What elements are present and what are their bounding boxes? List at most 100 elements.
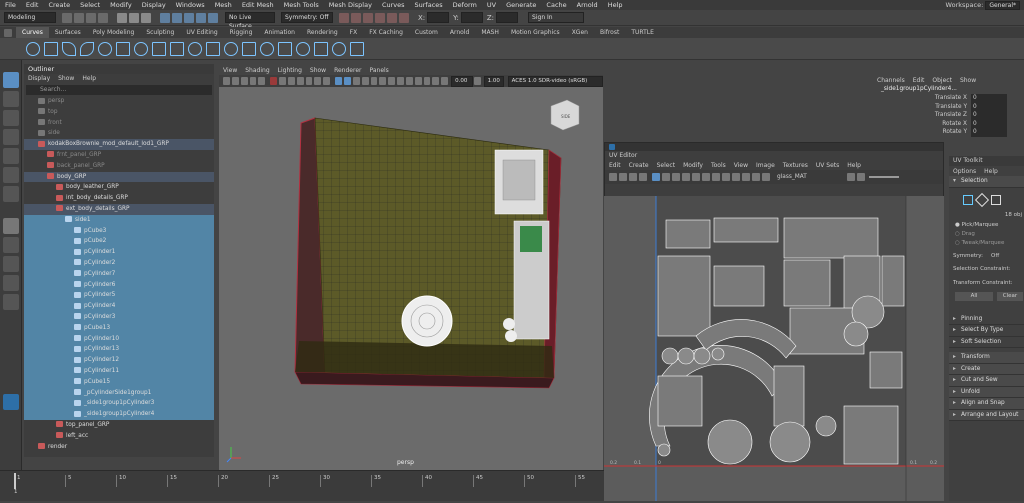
exposure-icon[interactable] (441, 77, 449, 85)
uv-checker-icon[interactable] (662, 173, 670, 181)
menu-create[interactable]: Create (43, 0, 75, 10)
cut-curve-icon[interactable] (350, 41, 364, 56)
x-field[interactable] (427, 12, 450, 23)
outliner-item[interactable]: pCylinder1 (24, 247, 214, 258)
uvtk-cut-and-sew[interactable]: ▸ Cut and Sew (949, 375, 1024, 387)
channel-menu-object[interactable]: Object (928, 77, 956, 84)
shelf-tab-mash[interactable]: MASH (475, 27, 505, 38)
shelf-tab-arnold[interactable]: Arnold (444, 27, 475, 38)
uv-editor-canvas[interactable]: 0.2 0.1 0 0.1 0.2 (604, 196, 944, 501)
grease-pencil-icon[interactable] (270, 77, 278, 85)
outliner-item[interactable]: _pCylinderSide1group1 (24, 387, 214, 399)
uvtk-transform[interactable]: ▸ Transform (949, 352, 1024, 364)
snap-live-icon[interactable] (208, 12, 218, 23)
shelf-tab-rigging[interactable]: Rigging (224, 27, 259, 38)
uv-menu-create[interactable]: Create (625, 162, 653, 169)
channel-attr-value[interactable]: 0 (971, 102, 1007, 111)
render-sequence-icon[interactable] (399, 12, 409, 23)
channel-menu-show[interactable]: Show (956, 77, 980, 84)
bezier-anchor-icon[interactable] (296, 41, 310, 56)
smooth-shade-icon[interactable] (343, 77, 351, 85)
time-slider-cursor[interactable] (14, 473, 16, 489)
outliner-item[interactable]: pCylinder10 (24, 333, 214, 345)
curve-editing-icon[interactable] (278, 41, 292, 56)
single-view-icon[interactable] (3, 218, 19, 234)
show-manipulator-icon[interactable] (3, 186, 19, 202)
save-icon[interactable] (74, 12, 84, 23)
render-settings-icon[interactable] (363, 12, 373, 23)
uv-face-select-icon[interactable] (991, 194, 1001, 205)
menu-uv[interactable]: UV (482, 0, 501, 10)
uv-menu-help[interactable]: Help (843, 162, 865, 169)
outliner-item[interactable]: frnt_panel_GRP (24, 150, 214, 161)
hypershade-icon[interactable] (375, 12, 385, 23)
shelf-tab-rendering[interactable]: Rendering (301, 27, 344, 38)
outliner-item[interactable]: top (24, 107, 214, 118)
uvtk-drag[interactable]: ○ Drag (949, 231, 1024, 240)
y-field[interactable] (460, 12, 483, 23)
channel-attr-value[interactable]: 0 (971, 119, 1007, 128)
uv-distortion-icon[interactable] (629, 173, 637, 181)
menu-modify[interactable]: Modify (105, 0, 137, 10)
uvtk-menu-options[interactable]: Options (949, 168, 980, 175)
uv-shell-select-icon[interactable] (963, 194, 973, 205)
outliner-layout-icon[interactable] (3, 256, 19, 272)
vp-menu-view[interactable]: View (219, 66, 241, 75)
uvtk-select-by-type[interactable]: ▸ Select By Type (949, 325, 1024, 337)
gamma-field[interactable]: 1.00 (483, 75, 504, 87)
film-gate-icon[interactable] (287, 77, 295, 85)
uvtk-menu-help[interactable]: Help (980, 168, 1002, 175)
pencil-curve-icon[interactable] (116, 41, 130, 56)
shelf-tab-fx[interactable]: FX (344, 27, 364, 38)
channel-attr-value[interactable]: 0 (971, 94, 1007, 103)
uv-gamma-icon[interactable] (856, 173, 865, 181)
uv-menu-textures[interactable]: Textures (779, 162, 812, 169)
grid-icon[interactable] (279, 77, 286, 85)
shelf-tab-bifrost[interactable]: Bifrost (594, 27, 625, 38)
scale-icon[interactable] (3, 167, 19, 183)
isolate-select-icon[interactable] (405, 77, 413, 85)
menu-cache[interactable]: Cache (541, 0, 571, 10)
ipr-render-icon[interactable] (351, 12, 361, 23)
uv-grid-icon[interactable] (609, 173, 617, 181)
outliner-item[interactable]: kodakBoxBrownie_mod_default_lod1_GRP (24, 139, 214, 150)
uv-menu-edit[interactable]: Edit (605, 162, 625, 169)
shelf-tab-motion-graphics[interactable]: Motion Graphics (505, 27, 566, 38)
uv-material-label[interactable]: glass_MAT (777, 174, 807, 180)
outliner-menu-display[interactable]: Display (24, 74, 54, 84)
menu-select[interactable]: Select (75, 0, 105, 10)
symmetry-dropdown[interactable]: Symmetry: Off (281, 12, 333, 23)
shelf-tab-animation[interactable]: Animation (258, 27, 301, 38)
uvtk-pick-marquee[interactable]: ● Pick/Marquee (949, 222, 1024, 231)
snap-surface-icon[interactable] (196, 12, 206, 23)
shelf-tab-xgen[interactable]: XGen (566, 27, 594, 38)
uv-tile-icon[interactable] (722, 173, 730, 181)
nurbs-square-icon[interactable] (44, 41, 58, 56)
outliner-item[interactable]: back_panel_GRP (24, 161, 214, 172)
menu-generate[interactable]: Generate (501, 0, 541, 10)
select-component-icon[interactable] (141, 12, 151, 23)
wireframe-on-shaded-icon[interactable] (352, 77, 360, 85)
mode-dropdown[interactable]: Modeling (4, 12, 56, 23)
outliner-item[interactable]: left_acc (24, 431, 214, 442)
arc-tool-icon[interactable] (134, 41, 148, 56)
outliner-item[interactable]: pCylinder13 (24, 344, 214, 356)
workspace-dropdown[interactable]: General* (985, 0, 1020, 10)
uvtk-align-and-snap[interactable]: ▸ Align and Snap (949, 398, 1024, 410)
uvtk-symmetry-dropdown[interactable]: Off (991, 253, 999, 259)
channel-attr-row[interactable]: Translate X 0 (873, 94, 1024, 103)
uv-texture-borders-icon[interactable] (639, 173, 647, 181)
sign-in-button[interactable]: Sign In (528, 12, 585, 23)
uv-dim-icon[interactable] (672, 173, 680, 181)
folder-icon[interactable] (62, 12, 72, 23)
menu-help[interactable]: Help (603, 0, 628, 10)
outliner-search-input[interactable]: Search... (26, 85, 212, 95)
nurbs-circle-icon[interactable] (26, 41, 40, 56)
uvtk-transform-constraint[interactable]: Transform Constraint: (949, 276, 1024, 290)
ambient-occlusion-icon[interactable] (388, 77, 396, 85)
uv-texel-icon[interactable] (742, 173, 750, 181)
outliner-item[interactable]: side (24, 128, 214, 139)
uv-rgb-icon[interactable] (692, 173, 700, 181)
outliner-item[interactable]: front (24, 118, 214, 129)
uv-filter-icon[interactable] (682, 173, 690, 181)
